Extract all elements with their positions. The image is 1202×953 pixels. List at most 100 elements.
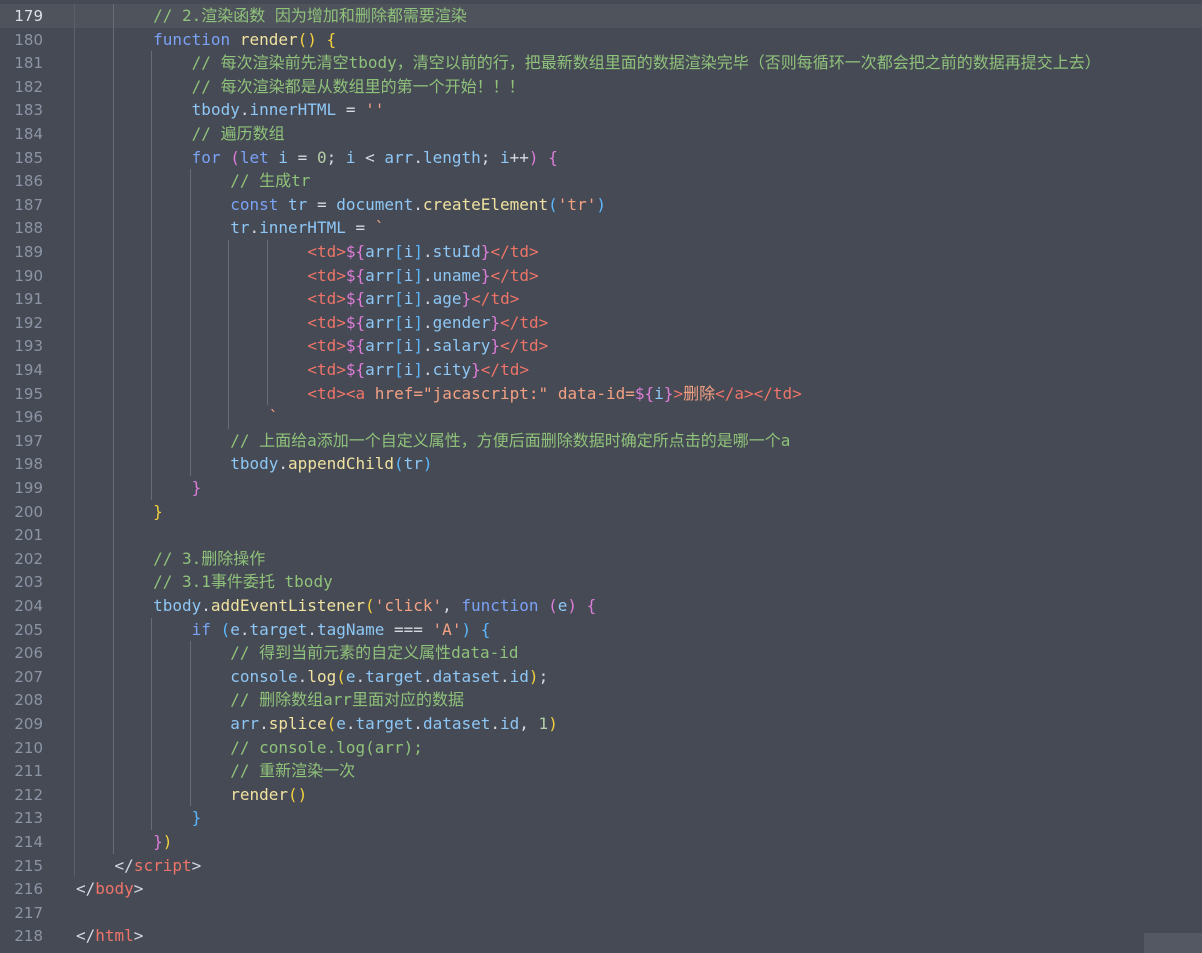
code-token: [ bbox=[394, 312, 404, 332]
code-line[interactable]: 207 console.log(e.target.dataset.id); bbox=[0, 665, 1202, 689]
code-token: </td> bbox=[500, 312, 549, 332]
code-token: appendChild bbox=[288, 454, 395, 474]
code-line[interactable]: 196 ` bbox=[0, 405, 1202, 429]
code-token: ( bbox=[326, 714, 337, 733]
code-token: () bbox=[288, 784, 308, 804]
code-line[interactable]: 193 <td>${arr[i].salary}</td> bbox=[0, 334, 1202, 358]
code-token: ${ bbox=[345, 312, 366, 332]
code-text: </html> bbox=[76, 924, 143, 948]
code-token: > bbox=[191, 855, 202, 875]
indent-guide bbox=[266, 240, 268, 406]
code-token: // console.log(arr); bbox=[230, 737, 423, 757]
code-line[interactable]: 180 function render() { bbox=[0, 28, 1202, 52]
line-number: 195 bbox=[14, 384, 43, 403]
code-token: // 生成tr bbox=[230, 171, 311, 191]
code-token: render bbox=[239, 29, 298, 49]
line-number: 207 bbox=[14, 667, 43, 686]
indent-guide bbox=[112, 4, 114, 854]
code-token: ] bbox=[413, 242, 423, 261]
code-line[interactable]: 209 arr.splice(e.target.dataset.id, 1) bbox=[0, 712, 1202, 736]
line-number: 203 bbox=[14, 573, 43, 592]
line-number: 200 bbox=[14, 502, 43, 521]
code-token: e bbox=[336, 714, 346, 733]
code-line[interactable]: 203 // 3.1事件委托 tbody bbox=[0, 570, 1202, 594]
line-number: 186 bbox=[14, 172, 43, 191]
code-token: body bbox=[95, 879, 134, 899]
code-token: . bbox=[297, 666, 308, 686]
code-line[interactable]: 204 tbody.addEventListener('click', funct… bbox=[0, 594, 1202, 618]
line-number: 211 bbox=[14, 762, 43, 781]
code-line[interactable]: 214}) bbox=[0, 830, 1202, 854]
code-line[interactable]: 187 const tr = document.createElement('tr… bbox=[0, 193, 1202, 217]
code-token: ] bbox=[413, 312, 423, 332]
code-token: . bbox=[307, 619, 317, 639]
code-text: const tr = document.createElement('tr') bbox=[230, 193, 606, 217]
code-token: // 删除数组arr里面对应的数据 bbox=[230, 690, 465, 710]
code-token: ) bbox=[461, 619, 472, 639]
code-line[interactable]: 205 if (e.target.tagName === 'A') { bbox=[0, 618, 1202, 642]
code-line[interactable]: 206 // 得到当前元素的自定义属性data-id bbox=[0, 641, 1202, 665]
code-token: 'tr' bbox=[557, 194, 597, 214]
code-line[interactable]: 215 </script> bbox=[0, 854, 1202, 878]
code-token: i bbox=[403, 312, 414, 332]
code-token: > bbox=[133, 879, 144, 899]
code-token: } bbox=[480, 265, 491, 285]
code-line[interactable]: 190 <td>${arr[i].uname}</td> bbox=[0, 264, 1202, 288]
code-line[interactable]: 217 bbox=[0, 901, 1202, 925]
code-text: // 3.1事件委托 tbody bbox=[153, 570, 333, 594]
code-line[interactable]: 211 // 重新渲染一次 bbox=[0, 759, 1202, 783]
code-line[interactable]: 212 render() bbox=[0, 783, 1202, 807]
code-line[interactable]: 208 // 删除数组arr里面对应的数据 bbox=[0, 688, 1202, 712]
code-line[interactable]: 188 tr.innerHTML = ` bbox=[0, 216, 1202, 240]
line-number: 213 bbox=[14, 809, 43, 828]
code-line[interactable]: 186 // 生成tr bbox=[0, 169, 1202, 193]
code-token: i bbox=[403, 242, 414, 261]
code-line[interactable]: 185 for (let i = 0; i < arr.length; i++) … bbox=[0, 146, 1202, 170]
line-number: 215 bbox=[14, 856, 43, 875]
line-number: 204 bbox=[14, 597, 43, 615]
code-text: // 遍历数组 bbox=[192, 122, 285, 146]
code-line[interactable]: 194 <td>${arr[i].city}</td> bbox=[0, 358, 1202, 382]
code-line[interactable]: 181 // 每次渲染前先清空tbody，清空以前的行，把最新数组里面的数据渲染完… bbox=[0, 51, 1202, 75]
code-line[interactable]: 210 // console.log(arr); bbox=[0, 736, 1202, 760]
code-line[interactable]: 189 <td>${arr[i].stuId}</td> bbox=[0, 240, 1202, 264]
code-token: <td> bbox=[307, 265, 346, 285]
code-text: ` bbox=[269, 405, 279, 429]
code-token: <td> bbox=[307, 336, 346, 356]
code-text: <td>${arr[i].salary}</td> bbox=[307, 334, 548, 358]
line-number: 179 bbox=[14, 7, 43, 25]
code-line[interactable]: 218 </html> bbox=[0, 924, 1202, 948]
code-token: . bbox=[422, 336, 433, 356]
code-line[interactable]: 191 <td>${arr[i].age}</td> bbox=[0, 287, 1202, 311]
code-line[interactable]: 197 // 上面给a添加一个自定义属性，方便后面删除数据时确定所点击的是哪一个a bbox=[0, 429, 1202, 453]
line-number: 216 bbox=[14, 880, 43, 899]
line-number: 197 bbox=[14, 431, 43, 450]
code-line[interactable]: 179 // 2.渲染函数 因为增加和删除都需要渲染 bbox=[0, 4, 1202, 28]
code-token: . bbox=[422, 289, 433, 309]
code-line[interactable]: 198 tbody.appendChild(tr) bbox=[0, 452, 1202, 476]
code-token: // 得到当前元素的自定义属性data-id bbox=[230, 643, 519, 663]
code-line[interactable]: 195 <td><a href="jacascript:" data-id=${i… bbox=[0, 382, 1202, 406]
code-token: ( bbox=[230, 147, 240, 167]
code-token: [ bbox=[394, 336, 404, 356]
code-token: dataset bbox=[432, 666, 501, 686]
code-line[interactable]: 182 // 每次渲染都是从数组里的第一个开始！！！ bbox=[0, 75, 1202, 99]
code-editor[interactable]: 179 // 2.渲染函数 因为增加和删除都需要渲染 180 function ren… bbox=[0, 0, 1202, 953]
code-token: tr bbox=[288, 194, 308, 214]
code-text: </body> bbox=[76, 877, 143, 901]
code-line[interactable]: 184 // 遍历数组 bbox=[0, 122, 1202, 146]
code-line[interactable]: 199} bbox=[0, 476, 1202, 500]
code-line[interactable]: 213} bbox=[0, 806, 1202, 830]
line-number: 191 bbox=[14, 290, 43, 309]
code-line[interactable]: 202 // 3.删除操作 bbox=[0, 547, 1202, 571]
code-token: ${ bbox=[345, 289, 366, 309]
code-line[interactable]: 200} bbox=[0, 500, 1202, 524]
code-line[interactable]: 192 <td>${arr[i].gender}</td> bbox=[0, 311, 1202, 335]
code-token: { bbox=[480, 619, 491, 639]
code-token: ${ bbox=[345, 336, 366, 356]
code-line[interactable]: 216 </body> bbox=[0, 877, 1202, 901]
line-number: 218 bbox=[14, 927, 43, 946]
code-line[interactable]: 183 tbody.innerHTML = '' bbox=[0, 98, 1202, 122]
code-line[interactable]: 201 bbox=[0, 523, 1202, 547]
